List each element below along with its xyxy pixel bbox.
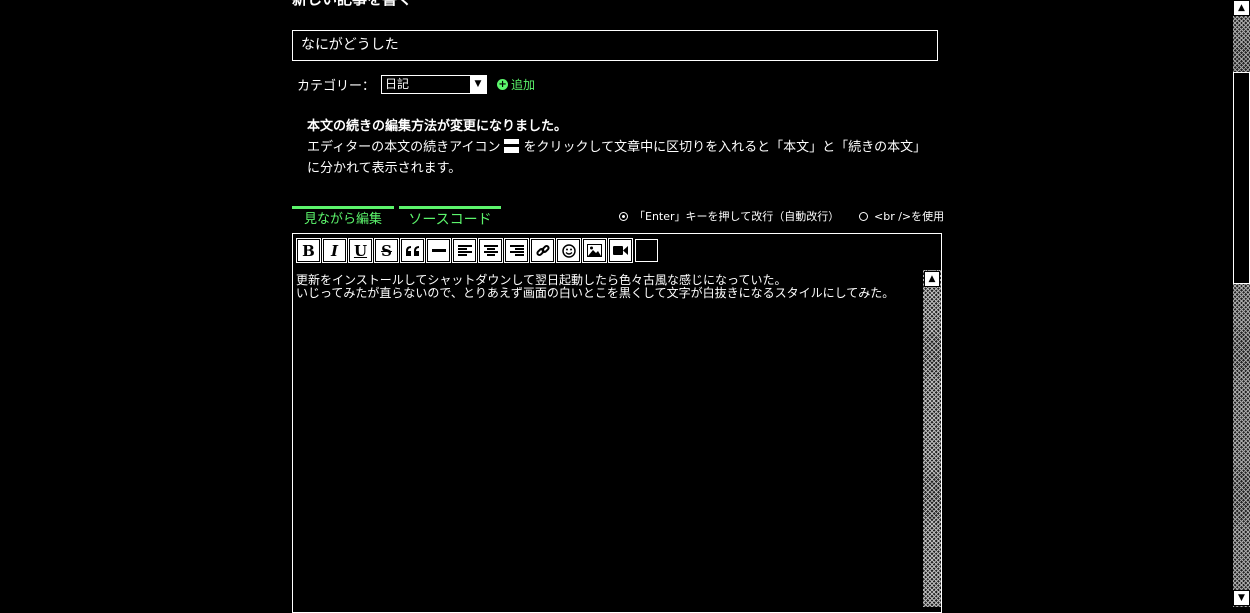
chevron-down-icon[interactable]: ▼ (470, 75, 487, 93)
bold-icon[interactable]: B (296, 238, 321, 263)
strikethrough-icon[interactable]: S (374, 238, 399, 263)
blank-toolbar-button[interactable] (635, 239, 658, 262)
content-line: いじってみたが直らないので、とりあえず画面の白いとこを黒くして文字が白抜きになる… (296, 286, 895, 300)
radio-checked-icon[interactable] (619, 211, 628, 221)
scroll-down-icon[interactable]: ▼ (1233, 590, 1250, 606)
image-icon[interactable] (582, 238, 607, 263)
category-select[interactable]: 日記 ▼ (381, 74, 488, 94)
tab-source-code[interactable]: ソースコード (399, 206, 501, 232)
page-heading: 新しい記事を書く (292, 0, 412, 8)
editor-content[interactable]: 更新をインストールしてシャットダウンして翌日起動したら色々古風な感じになっていた… (293, 270, 923, 607)
strike-glyph: S (381, 241, 392, 260)
link-icon[interactable] (530, 238, 555, 263)
align-center-icon[interactable] (478, 238, 503, 263)
align-right-icon[interactable] (504, 238, 529, 263)
add-category-label: 追加 (511, 77, 536, 92)
add-circle-icon: + (497, 78, 509, 90)
page-scrollbar-thumb[interactable] (1233, 72, 1250, 284)
notice-line1-b: をクリックして文章中に区切りを入れると「本文」と「続きの本文」 (523, 140, 927, 155)
add-category-link[interactable]: + 追加 (497, 76, 535, 93)
italic-glyph: I (330, 241, 339, 260)
radio-enter-label: 「Enter」キーを押して改行（自動改行） (634, 210, 840, 223)
title-input[interactable]: なにがどうした (292, 30, 938, 61)
category-row: カテゴリー： 日記 ▼ + 追加 (297, 74, 535, 94)
horizontal-rule-icon[interactable] (426, 238, 451, 263)
category-label: カテゴリー： (297, 78, 376, 94)
video-icon[interactable] (608, 238, 633, 263)
notice-line1-a: エディターの本文の続きアイコン (307, 140, 501, 155)
underline-glyph: U (353, 241, 368, 260)
read-more-icon (504, 139, 520, 153)
tab-wysiwyg[interactable]: 見ながら編集 (292, 206, 394, 232)
notice-line2: に分かれて表示されます。 (307, 161, 462, 176)
scroll-up-icon[interactable]: ▲ (1233, 0, 1250, 16)
bold-glyph: B (302, 241, 315, 260)
radio-br-label: <br />を使用 (874, 210, 945, 223)
notice-line1: エディターの本文の続きアイコン をクリックして文章中に区切りを入れると「本文」と「… (307, 137, 926, 158)
scroll-up-icon[interactable]: ▲ (924, 271, 940, 287)
editor-toolbar: B I U S (296, 238, 661, 263)
radio-unchecked-icon[interactable] (859, 211, 868, 221)
quote-icon[interactable] (400, 238, 425, 263)
notice: 本文の続きの編集方法が変更になりました。 エディターの本文の続きアイコン をクリッ… (307, 116, 926, 179)
notice-title: 本文の続きの編集方法が変更になりました。 (307, 119, 568, 134)
category-selected-value: 日記 (385, 76, 410, 91)
radio-enter-linebreak[interactable]: 「Enter」キーを押して改行（自動改行） (619, 208, 839, 224)
emoji-icon[interactable] (556, 238, 581, 263)
radio-br-linebreak[interactable]: <br />を使用 (859, 208, 944, 224)
underline-icon[interactable]: U (348, 238, 373, 263)
align-left-icon[interactable] (452, 238, 477, 263)
italic-icon[interactable]: I (322, 238, 347, 263)
editor-scrollbar[interactable]: ▲ (923, 270, 941, 607)
